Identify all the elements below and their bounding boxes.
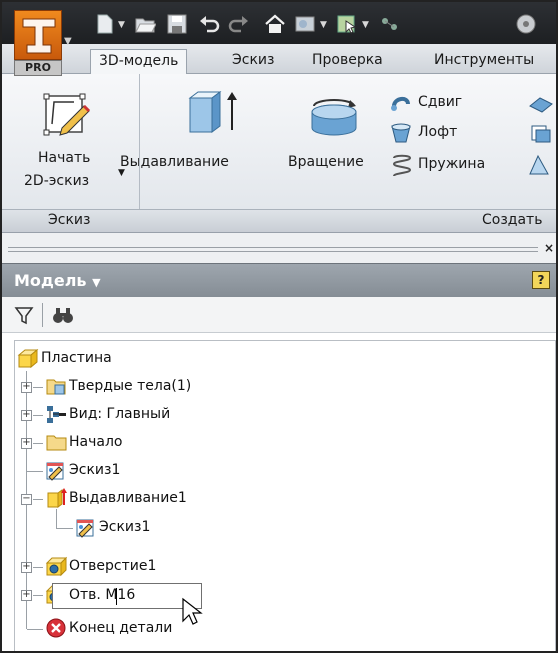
filter-icon[interactable]: [14, 305, 34, 329]
model-browser-title[interactable]: Модель ▼: [14, 271, 101, 290]
select-dropdown-icon[interactable]: ▼: [362, 20, 372, 42]
pro-badge: PRO: [14, 60, 62, 76]
chevron-down-icon: ▼: [64, 36, 72, 47]
model-tree: Пластина + Твердые тела(1) + Вид: Главны…: [14, 340, 556, 651]
folder-solid-bodies-icon: [45, 375, 69, 401]
application-menu-button[interactable]: ▼ PRO: [14, 10, 76, 76]
start-sketch-label-line1[interactable]: Начать: [38, 150, 90, 166]
tree-connector: [57, 528, 73, 529]
new-file-icon[interactable]: [94, 13, 116, 35]
ribbon-tabs: 3D-модель Эскиз Проверка Инструменты: [2, 44, 556, 74]
tree-label-view: Вид: Главный: [69, 406, 171, 422]
tab-tools[interactable]: Инструменты: [426, 49, 542, 74]
tree-connector: [33, 499, 43, 500]
binoculars-icon[interactable]: [52, 305, 74, 329]
tree-label-extrude1-sketch: Эскиз1: [99, 519, 151, 535]
loft-label[interactable]: Лофт: [418, 124, 457, 140]
tree-label-origin: Начало: [69, 434, 123, 450]
close-icon[interactable]: ×: [544, 241, 554, 255]
title-bar: ▼ ▼ ▼: [2, 2, 556, 44]
revolve-icon[interactable]: [304, 88, 366, 146]
tree-label-sketch1: Эскиз1: [69, 462, 121, 478]
expand-icon[interactable]: +: [21, 438, 32, 449]
panel-create-label[interactable]: Создать: [482, 212, 542, 228]
rib-icon[interactable]: [526, 92, 556, 118]
extrude-icon[interactable]: [182, 86, 242, 146]
tree-connector: [27, 629, 43, 630]
open-icon[interactable]: [134, 13, 157, 35]
tree-connector: [27, 471, 43, 472]
sweep-icon[interactable]: [390, 92, 412, 118]
expand-icon[interactable]: +: [21, 410, 32, 421]
part-icon: [17, 347, 39, 373]
tree-label-extrude1: Выдавливание1: [69, 490, 187, 506]
tree-connector: [33, 415, 43, 416]
cursor-icon: [181, 597, 203, 633]
model-browser-toolbar: [2, 297, 556, 333]
coil-icon[interactable]: [392, 154, 412, 180]
ribbon-panel-bar: Эскиз Создать: [2, 209, 556, 233]
tree-label-hole1: Отверстие1: [69, 558, 157, 574]
splitter-line: [8, 251, 538, 252]
tree-connector: [33, 567, 43, 568]
revolve-label[interactable]: Вращение: [288, 154, 364, 170]
select-icon[interactable]: [336, 13, 360, 35]
rename-input-value: Отв. М16: [69, 587, 136, 603]
tree-connector: [33, 387, 43, 388]
extrude-label-visible[interactable]: Выдавливание: [120, 154, 229, 170]
coil-label[interactable]: Пружина: [418, 156, 485, 172]
text-caret: [116, 588, 117, 605]
help-icon[interactable]: ?: [532, 271, 550, 289]
tab-sketch[interactable]: Эскиз: [224, 49, 282, 74]
tree-label-root: Пластина: [41, 350, 112, 366]
loft-icon[interactable]: [390, 122, 412, 148]
ribbon: Начать 2D-эскиз ▼ Выдавливание Выдавлива…: [2, 74, 556, 209]
tab-inspect[interactable]: Проверка: [304, 49, 391, 74]
model-browser-header: Модель ▼ ?: [2, 263, 556, 297]
sweep-label[interactable]: Сдвиг: [418, 94, 462, 110]
start-2d-sketch-icon[interactable]: [40, 86, 96, 146]
end-of-part-icon: [45, 617, 67, 643]
tree-label-end-of-part: Конец детали: [69, 620, 173, 636]
panel-splitter[interactable]: ×: [2, 233, 556, 263]
inventor-window: ▼ ▼ ▼ ▼ PRO 3D-модель Эскиз Проверка Инс…: [0, 0, 558, 653]
expand-icon[interactable]: +: [21, 590, 32, 601]
panel-sketch-label[interactable]: Эскиз: [48, 212, 90, 228]
redo-icon[interactable]: [228, 13, 250, 35]
appearance-icon[interactable]: [294, 13, 318, 35]
start-sketch-label-line2[interactable]: 2D-эскиз: [24, 173, 89, 189]
sketch-icon: [75, 516, 97, 542]
expand-icon[interactable]: +: [21, 382, 32, 393]
tab-3d-model[interactable]: 3D-модель: [90, 49, 188, 74]
model-title-text: Модель: [14, 271, 87, 290]
save-icon[interactable]: [166, 13, 188, 35]
appearance-dropdown-icon[interactable]: ▼: [320, 20, 330, 42]
collapse-icon[interactable]: −: [21, 494, 32, 505]
splitter-line: [8, 247, 538, 248]
sketch-icon: [45, 459, 67, 485]
undo-icon[interactable]: [198, 13, 220, 35]
toolbar-separator: [42, 303, 43, 327]
view-rep-icon: [45, 403, 67, 429]
tree-label-solid-bodies: Твердые тела(1): [69, 378, 192, 394]
derive-icon[interactable]: [528, 154, 556, 180]
settings-icon[interactable]: [514, 13, 538, 35]
new-dropdown-icon[interactable]: ▼: [118, 20, 128, 42]
tree-connector: [33, 443, 43, 444]
rename-input[interactable]: Отв. М16: [52, 583, 202, 609]
home-icon[interactable]: [264, 13, 286, 35]
hole-feature-icon: [45, 555, 68, 581]
emboss-icon[interactable]: [528, 122, 556, 148]
expand-icon[interactable]: +: [21, 562, 32, 573]
folder-icon: [45, 431, 69, 457]
chevron-down-icon: ▼: [92, 276, 101, 289]
extrude-feature-icon: [45, 487, 67, 513]
parameters-icon[interactable]: [378, 13, 402, 35]
inventor-logo-icon: [14, 10, 62, 60]
tree-connector: [33, 595, 43, 596]
